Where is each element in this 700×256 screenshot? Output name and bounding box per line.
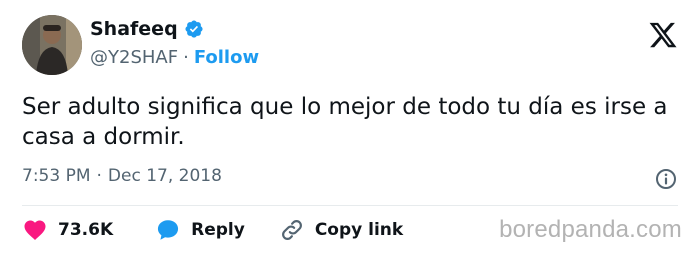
author-name-row: Shafeeq [90, 18, 204, 40]
divider [22, 205, 678, 206]
timestamp-separator: · [96, 166, 102, 186]
action-bar: 73.6K Reply Copy link [22, 217, 403, 243]
follow-button[interactable]: Follow [194, 47, 259, 68]
speech-bubble-icon [155, 217, 181, 243]
heart-icon [22, 217, 48, 243]
like-count: 73.6K [58, 220, 114, 240]
watermark: boredpanda.com [499, 216, 682, 243]
avatar[interactable] [22, 15, 82, 75]
copy-link-button[interactable]: Copy link [279, 217, 403, 243]
handle-row: @Y2SHAF · Follow [90, 47, 259, 68]
copy-link-label: Copy link [314, 220, 404, 240]
tweet-text: Ser adulto significa que lo mejor de tod… [22, 94, 668, 150]
verified-badge-icon [184, 19, 204, 39]
user-handle[interactable]: @Y2SHAF [90, 47, 178, 68]
link-icon [279, 217, 305, 243]
tweet-time: 7:53 PM [22, 166, 91, 186]
handle-separator: · [183, 47, 189, 68]
like-button[interactable]: 73.6K [22, 217, 113, 243]
info-icon[interactable] [654, 167, 678, 191]
display-name[interactable]: Shafeeq [90, 18, 178, 40]
x-logo-icon[interactable] [648, 20, 678, 50]
reply-label: Reply [191, 220, 245, 240]
reply-button[interactable]: Reply [155, 217, 245, 243]
tweet-date: Dec 17, 2018 [107, 166, 222, 186]
tweet-timestamp[interactable]: 7:53 PM · Dec 17, 2018 [22, 166, 222, 186]
